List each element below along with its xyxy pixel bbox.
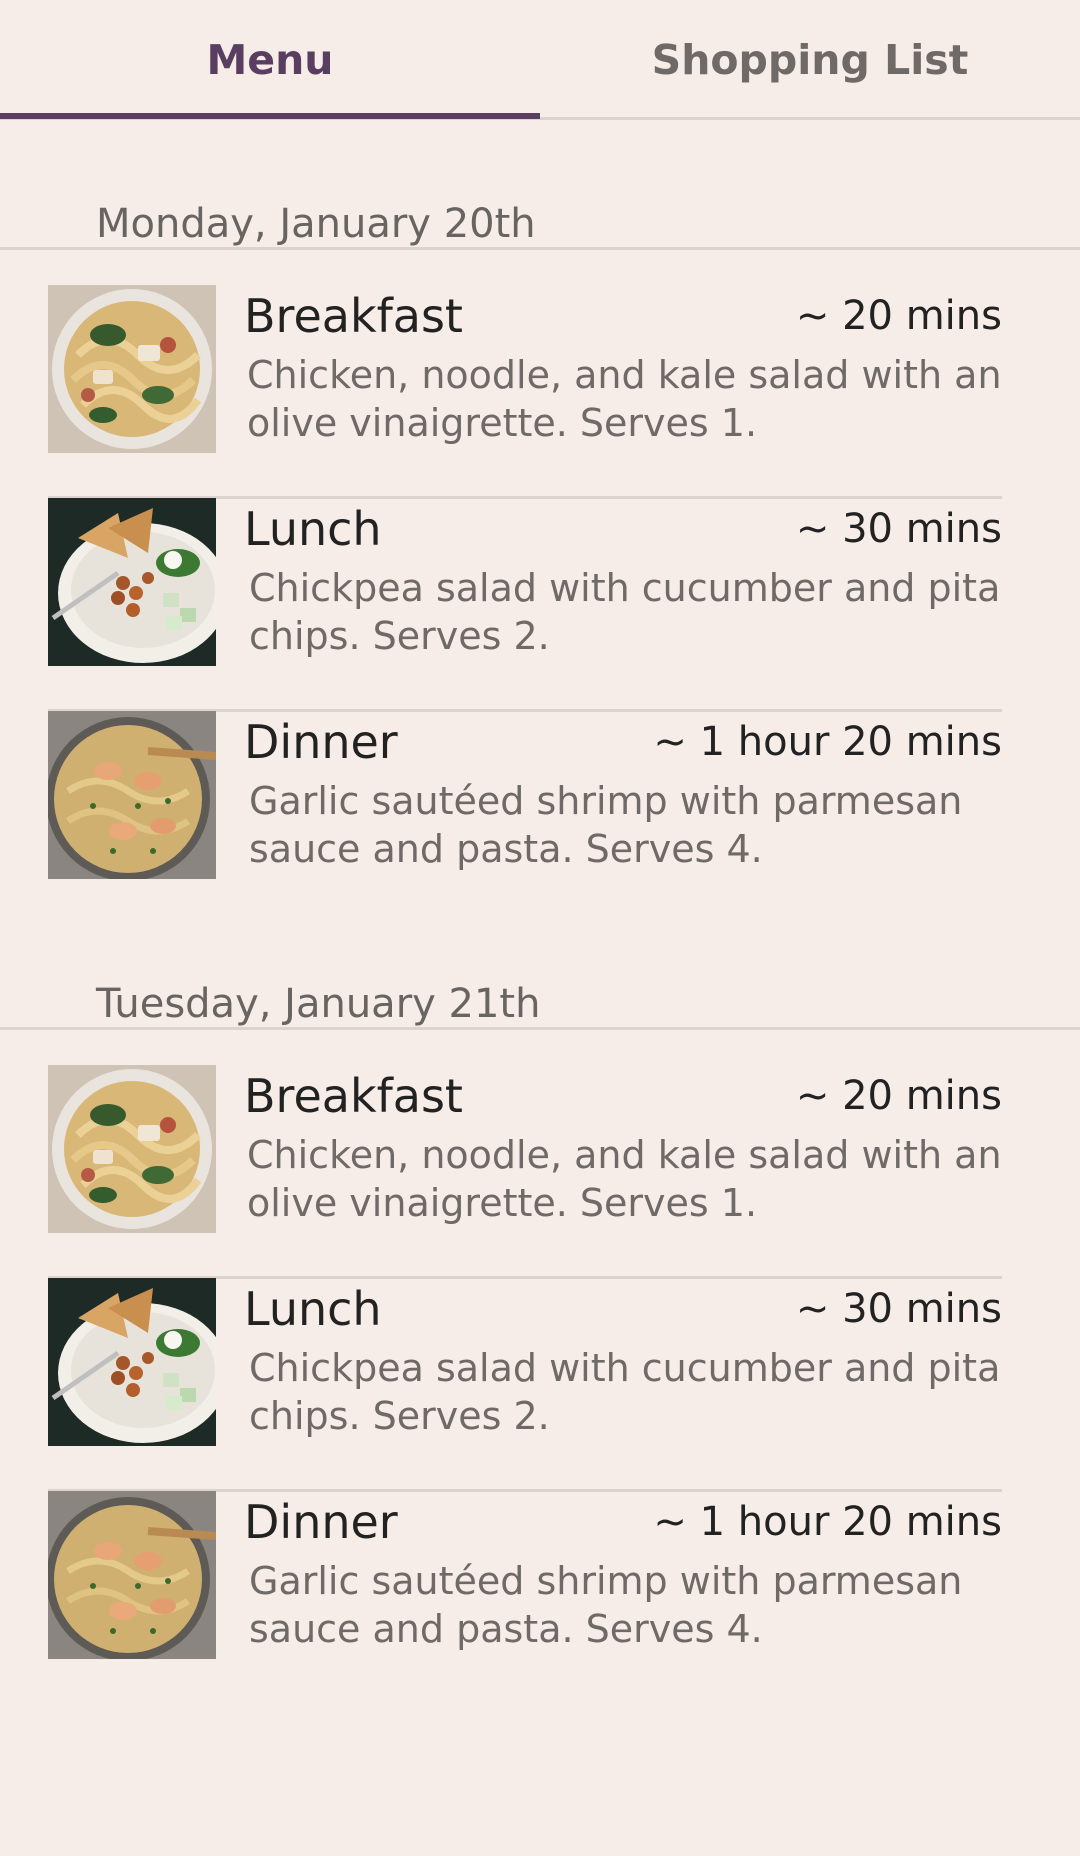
meal-title: Dinner (244, 1495, 398, 1549)
meal-description: Chickpea salad with cucumber and pita ch… (249, 1346, 1001, 1438)
active-tab-indicator (0, 113, 540, 119)
meal-image (48, 498, 216, 666)
meal-title: Dinner (244, 715, 398, 769)
meal-item-dinner[interactable]: Dinner ~ 1 hour 20 mins Garlic sautéed s… (48, 1491, 1002, 1705)
meal-image (48, 711, 216, 879)
day-header: Tuesday, January 21th (0, 980, 1080, 1030)
day-date: Monday, January 20th (96, 201, 536, 247)
meal-item-breakfast[interactable]: Breakfast ~ 20 mins Chicken, noodle, and… (48, 1065, 1002, 1279)
meal-description: Garlic sautéed shrimp with parmesan sauc… (249, 1559, 963, 1651)
meal-item-lunch[interactable]: Lunch ~ 30 mins Chickpea salad with cucu… (48, 498, 1002, 712)
meal-item-breakfast[interactable]: Breakfast ~ 20 mins Chicken, noodle, and… (48, 285, 1002, 499)
tab-shopping-list[interactable]: Shopping List (540, 0, 1080, 120)
meal-image (48, 1491, 216, 1659)
meal-title: Breakfast (244, 289, 463, 343)
meal-duration: ~ 30 mins (795, 506, 1002, 552)
meal-item-dinner[interactable]: Dinner ~ 1 hour 20 mins Garlic sautéed s… (48, 711, 1002, 925)
day-header: Monday, January 20th (0, 200, 1080, 250)
meal-duration: ~ 20 mins (795, 1073, 1002, 1119)
meal-title: Lunch (244, 502, 382, 556)
meal-image (48, 285, 216, 453)
meal-title: Lunch (244, 1282, 382, 1336)
meal-description: Chicken, noodle, and kale salad with an … (247, 353, 1002, 445)
meal-title: Breakfast (244, 1069, 463, 1123)
tab-menu[interactable]: Menu (0, 0, 540, 120)
meal-duration: ~ 1 hour 20 mins (653, 719, 1002, 765)
meal-item-lunch[interactable]: Lunch ~ 30 mins Chickpea salad with cucu… (48, 1278, 1002, 1492)
day-date: Tuesday, January 21th (96, 981, 541, 1027)
app: Menu Shopping List Monday, January 20th … (0, 0, 1080, 1856)
meal-description: Garlic sautéed shrimp with parmesan sauc… (249, 779, 963, 871)
tab-bar: Menu Shopping List (0, 0, 1080, 120)
meal-description: Chicken, noodle, and kale salad with an … (247, 1133, 1002, 1225)
meal-image (48, 1278, 216, 1446)
meal-description: Chickpea salad with cucumber and pita ch… (249, 566, 1001, 658)
meal-duration: ~ 20 mins (795, 293, 1002, 339)
meal-image (48, 1065, 216, 1233)
meal-duration: ~ 1 hour 20 mins (653, 1499, 1002, 1545)
meal-duration: ~ 30 mins (795, 1286, 1002, 1332)
